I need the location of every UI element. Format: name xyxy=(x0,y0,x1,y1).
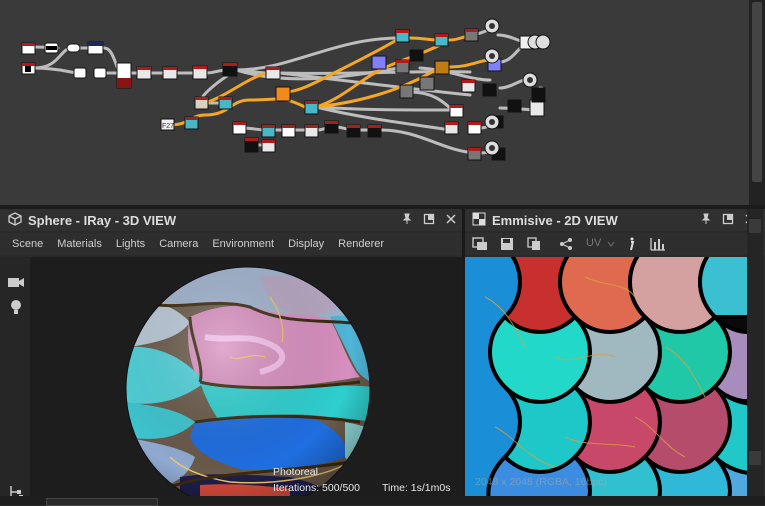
histogram-icon[interactable] xyxy=(649,236,667,252)
panel-3d-titlebar: Sphere - IRay - 3D VIEW xyxy=(0,209,462,231)
render-time-label: Time: 1s/1m0s xyxy=(382,482,451,494)
save-icon[interactable] xyxy=(498,236,516,252)
viewport-left-toolbar xyxy=(0,257,30,505)
wire xyxy=(314,105,452,112)
graph-node xyxy=(66,43,81,53)
2d-texture-viewport[interactable]: 2048 x 2048 (RGBA, 16bpc) xyxy=(465,257,747,496)
panel-3d-menubar: Scene Materials Lights Camera Environmen… xyxy=(0,233,462,255)
wire xyxy=(378,128,477,155)
menu-renderer[interactable]: Renderer xyxy=(338,238,384,250)
iterations-label: Iterations: 500/500 xyxy=(273,482,360,494)
scrollbar-thumb[interactable] xyxy=(752,2,762,182)
menu-camera[interactable]: Camera xyxy=(159,238,198,250)
graph-node xyxy=(409,49,424,62)
graph-node xyxy=(73,67,87,79)
wire-orange xyxy=(448,58,492,69)
graph-node xyxy=(399,84,414,99)
panel-2d-title: Emmisive - 2D VIEW xyxy=(492,212,618,228)
menu-display[interactable]: Display xyxy=(288,238,324,250)
share-icon[interactable] xyxy=(557,236,575,252)
panel-2d-toolbar: UV xyxy=(465,233,765,255)
graph-node xyxy=(93,67,107,79)
copy-icon[interactable] xyxy=(525,236,543,252)
menu-scene[interactable]: Scene xyxy=(12,238,43,250)
texture-resolution-label: 2048 x 2048 (RGBA, 16bpc) xyxy=(475,476,607,488)
camera-icon[interactable] xyxy=(7,275,25,294)
graph-scrollbar[interactable] xyxy=(749,0,765,205)
graph-node xyxy=(419,76,435,91)
menu-materials[interactable]: Materials xyxy=(57,238,102,250)
graph-node xyxy=(275,86,291,102)
texture-preview xyxy=(465,257,747,496)
maximize-icon[interactable] xyxy=(422,212,436,226)
close-icon[interactable] xyxy=(444,212,458,226)
checker-icon xyxy=(472,212,486,229)
panel-2d-view: Emmisive - 2D VIEW UV 2048 x 2048 (RGBA,… xyxy=(465,209,765,496)
rendered-sphere xyxy=(125,266,371,496)
graph-node xyxy=(531,87,546,103)
graph-node xyxy=(434,60,450,75)
graph-node xyxy=(371,55,387,70)
cube-icon xyxy=(8,211,22,229)
node-label: F27 xyxy=(162,123,174,130)
info-icon[interactable] xyxy=(622,236,640,252)
output-node xyxy=(535,34,551,50)
wire xyxy=(498,78,527,90)
status-bar xyxy=(0,496,765,506)
panel-3d-title: Sphere - IRay - 3D VIEW xyxy=(28,212,177,228)
node-group: F27 xyxy=(21,18,551,161)
maximize-icon[interactable] xyxy=(721,212,735,226)
panel-2d-titlebar: Emmisive - 2D VIEW xyxy=(465,209,765,231)
panel-2d-scrollbar[interactable] xyxy=(747,209,763,496)
graph-node xyxy=(507,99,522,113)
panel-3d-view: Sphere - IRay - 3D VIEW Scene Materials … xyxy=(0,209,462,505)
uv-dropdown[interactable]: UV xyxy=(586,237,601,249)
3d-viewport[interactable]: Photoreal Iterations: 500/500 Time: 1s/1… xyxy=(30,257,462,496)
graph-editor[interactable]: F27 xyxy=(0,0,749,205)
wire xyxy=(32,66,82,75)
render-mode-label: Photoreal xyxy=(273,466,318,478)
pin-icon[interactable] xyxy=(400,212,414,226)
wire xyxy=(278,71,472,97)
node-graph-canvas[interactable]: F27 xyxy=(0,0,749,205)
menu-lights[interactable]: Lights xyxy=(116,238,145,250)
graph-node xyxy=(482,83,497,97)
pin-icon[interactable] xyxy=(699,212,713,226)
menu-environment[interactable]: Environment xyxy=(212,238,274,250)
fit-view-icon[interactable] xyxy=(471,236,489,252)
light-bulb-icon[interactable] xyxy=(9,299,23,320)
chevron-down-icon[interactable] xyxy=(749,219,761,233)
chevron-down-icon[interactable] xyxy=(749,451,761,465)
chevron-down-icon xyxy=(602,236,620,252)
